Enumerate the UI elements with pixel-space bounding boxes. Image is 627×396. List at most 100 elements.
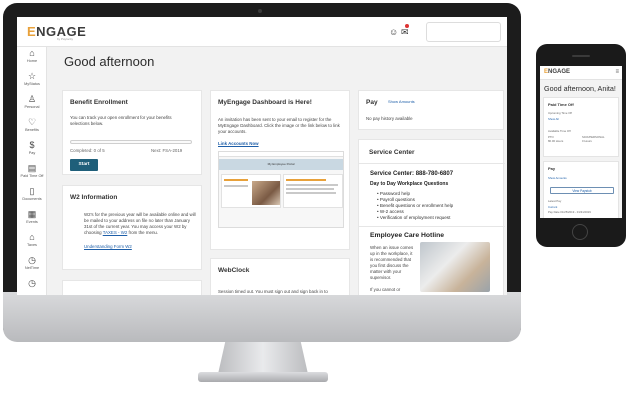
- card-title: Pay: [548, 166, 556, 171]
- partial-card: [62, 280, 202, 295]
- sidebar: ⌂ Home ☆ MyStatus ♙ Personal ♡ Benefits $ Pay…: [17, 47, 47, 295]
- phone-pto-card: Paid Time Off Upcoming Time Off Show All…: [543, 97, 619, 157]
- sidebar-item-label: Home: [26, 59, 38, 63]
- phone-speaker: [572, 55, 590, 57]
- view-paystub-button[interactable]: View Paystub: [550, 187, 614, 194]
- sidebar-item-label: MyStatus: [24, 82, 40, 86]
- phone-greeting: Good afternoon, Anita!: [544, 84, 616, 93]
- notification-dot: [405, 24, 409, 28]
- device-mockup: ENGAGE by Paylocity ☺ ✉ ⌂ Home ☆ MyStatus …: [0, 0, 627, 396]
- sidebar-item-taxes[interactable]: ⌂ Taxes: [17, 231, 47, 254]
- divider: [359, 226, 505, 227]
- phone-engage-logo[interactable]: ENGAGE: [544, 69, 570, 75]
- sidebar-item-personal[interactable]: ♙ Personal: [17, 93, 47, 116]
- heart-icon: ♡: [27, 117, 37, 127]
- questions-heading: Day to Day Workplace Questions: [370, 181, 449, 187]
- webclock-text: Session timed out. You must sign out and…: [218, 289, 328, 294]
- dashboard-preview-image[interactable]: My Employee Portal: [218, 151, 344, 228]
- events-icon: ▦: [27, 209, 37, 219]
- sidebar-item-paid-time-off[interactable]: ▤ Paid Time Off: [17, 162, 47, 185]
- sidebar-item-nettime[interactable]: ◷ NetTime: [17, 254, 47, 277]
- start-button[interactable]: Start: [70, 159, 98, 171]
- calendar-icon: ▤: [27, 163, 37, 173]
- available-time-off: Available Time Off: [548, 129, 571, 133]
- logo-rest: NGAGE: [548, 69, 571, 75]
- link-accounts-link[interactable]: Link Accounts Now: [218, 141, 259, 147]
- top-bar: ENGAGE by Paylocity ☺ ✉: [17, 17, 507, 47]
- monitor-stand-base: [198, 372, 328, 382]
- sidebar-item-benefits[interactable]: ♡ Benefits: [17, 116, 47, 139]
- card-title: WebClock: [218, 267, 250, 274]
- user-menu[interactable]: [426, 22, 501, 42]
- sidebar-item-home[interactable]: ⌂ Home: [17, 47, 47, 70]
- sidebar-item-label: Personal: [24, 105, 40, 109]
- sidebar-item-mystatus[interactable]: ☆ MyStatus: [17, 70, 47, 93]
- card-title: Benefit Enrollment: [70, 99, 128, 106]
- latest-pay-date: Pay Date 01/25/2019 - 01/31/2019: [548, 210, 591, 214]
- card-title: Pay: [366, 99, 378, 106]
- card-title: W2 Information: [70, 194, 118, 201]
- benefit-enrollment-card: Benefit Enrollment You can track your op…: [62, 90, 202, 175]
- hotline-heading: Employee Care Hotline: [370, 232, 445, 239]
- sidebar-item-label: Paid Time Off: [20, 174, 44, 178]
- card-title: Paid Time Off: [548, 102, 574, 107]
- preview-line: [224, 185, 248, 187]
- logo-tagline: by Paylocity: [57, 37, 74, 41]
- sick-value: 0 Hours: [582, 139, 592, 143]
- divider: [359, 163, 505, 164]
- upcoming-time-off: Upcoming Time Off: [548, 111, 572, 115]
- myengage-dashboard-card: MyEngage Dashboard is Here! An invitatio…: [210, 90, 350, 250]
- show-amounts-link[interactable]: Show Amounts: [548, 176, 567, 180]
- home-icon: ⌂: [29, 48, 35, 58]
- mail-icon[interactable]: ✉: [401, 27, 409, 38]
- show-all-link[interactable]: Show All: [548, 117, 559, 121]
- bank-icon: ⌂: [29, 232, 35, 242]
- phone-pay-card: Pay Show Amounts View Paystub Latest Pay…: [543, 161, 619, 218]
- hamburger-menu-icon[interactable]: ≡: [615, 69, 619, 75]
- current-link[interactable]: Current: [548, 205, 557, 209]
- preview-line: [286, 188, 334, 190]
- w2-text-part2: from the menu.: [128, 230, 159, 235]
- hotline-text-continued: If you cannot or: [370, 287, 401, 292]
- taxes-w2-link[interactable]: TAXES - W2: [103, 230, 128, 235]
- sidebar-item-pay[interactable]: $ Pay: [17, 139, 47, 162]
- preview-header: [219, 152, 343, 157]
- sidebar-item-label: Events: [26, 220, 38, 224]
- sidebar-item-documents[interactable]: ▯ Documents: [17, 185, 47, 208]
- sidebar-item-more[interactable]: ◷: [17, 277, 47, 295]
- preview-banner: My Employee Portal: [219, 159, 343, 170]
- understanding-w2-link[interactable]: Understanding Form W2: [84, 244, 132, 250]
- hotline-text: When an issue comes up in the workplace,…: [370, 245, 414, 280]
- sidebar-item-events[interactable]: ▦ Events: [17, 208, 47, 231]
- w2-information-card: W2 Information W2's for the previous yea…: [62, 185, 202, 270]
- star-icon: ☆: [27, 71, 37, 81]
- monitor-camera: [258, 9, 262, 13]
- list-item: Verification of employment request: [377, 215, 453, 221]
- sidebar-item-label: Benefits: [25, 128, 39, 132]
- sidebar-item-label: Pay: [28, 151, 36, 155]
- pay-card: Pay Show Amounts No pay history availabl…: [358, 90, 504, 130]
- service-center-phone: Service Center: 888-780-6807: [370, 171, 454, 177]
- questions-list: Password help Payroll questions Benefit …: [377, 191, 453, 221]
- sidebar-item-label: Documents: [22, 197, 42, 201]
- phone-home-button: [572, 224, 588, 240]
- card-text: You can track your open enrollment for y…: [70, 115, 172, 126]
- dashboard-text: An invitation has been sent to your emai…: [218, 117, 340, 134]
- preview-line: [286, 192, 336, 194]
- enrollment-progress-bar: [70, 140, 192, 144]
- show-amounts-link[interactable]: Show Amounts: [388, 99, 415, 104]
- preview-line: [224, 179, 248, 181]
- main-content: Good afternoon Benefit Enrollment You ca…: [57, 47, 507, 295]
- sidebar-item-label: Taxes: [27, 243, 37, 247]
- desktop-screen: ENGAGE by Paylocity ☺ ✉ ⌂ Home ☆ MyStatus …: [17, 17, 507, 295]
- webclock-card: WebClock Session timed out. You must sig…: [210, 258, 350, 295]
- preview-line: [286, 184, 338, 186]
- monitor-stand-neck: [218, 342, 308, 374]
- clock-icon: ◷: [28, 255, 36, 265]
- enrollment-next: Next: FSA-2019: [151, 148, 183, 153]
- logo-letter-e: E: [27, 24, 37, 39]
- help-icon[interactable]: ☺: [389, 27, 398, 37]
- phone-in-hand-image: [420, 242, 490, 292]
- card-title: Service Center: [369, 149, 415, 156]
- sidebar-item-label: NetTime: [24, 266, 40, 270]
